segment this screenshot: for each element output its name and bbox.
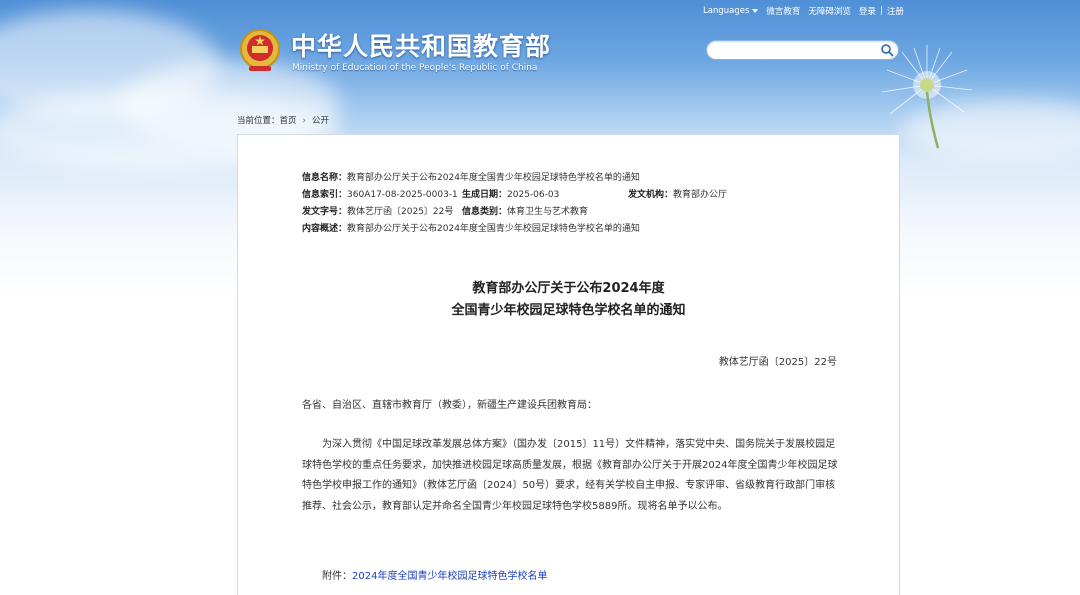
accessibility-link[interactable]: 无障碍浏览: [808, 5, 851, 17]
info-summary-row: 内容概述：教育部办公厅关于公布2024年度全国青少年校园足球特色学校名单的通知: [302, 221, 640, 234]
info-docnum-row: 发文字号：教体艺厅函〔2025〕22号: [302, 204, 453, 217]
search-box: [706, 40, 899, 60]
article-title-line-2: 全国青少年校园足球特色学校名单的通知: [451, 303, 686, 318]
chevron-down-icon: [752, 8, 759, 13]
info-date-value: 2025-06-03: [507, 190, 560, 200]
info-index-row: 信息索引：360A17-08-2025-0003-1: [302, 187, 458, 200]
register-link[interactable]: 注册: [887, 5, 904, 17]
salutation: 各省、自治区、直辖市教育厅（教委），新疆生产建设兵团教育局：: [302, 400, 597, 411]
info-name-value: 教育部办公厅关于公布2024年度全国青少年校园足球特色学校名单的通知: [347, 173, 640, 183]
article-body: 为深入贯彻《中国足球改革发展总体方案》（国办发〔2015〕11号）文件精神，落实…: [302, 435, 838, 517]
attachment-link[interactable]: 2024年度全国青少年校园足球特色学校名单: [352, 571, 547, 582]
article-body-text: 为深入贯彻《中国足球改革发展总体方案》（国办发〔2015〕11号）文件精神，落实…: [302, 439, 838, 512]
breadcrumb-current[interactable]: 公开: [312, 116, 329, 126]
login-link[interactable]: 登录: [859, 5, 876, 17]
info-docnum-value: 教体艺厅函〔2025〕22号: [347, 207, 454, 217]
info-date-label: 生成日期：: [462, 190, 508, 200]
info-docnum-label: 发文字号：: [302, 207, 348, 217]
attachment-label: 附件：: [322, 571, 352, 582]
info-date-row: 生成日期：2025-06-03: [462, 187, 559, 200]
languages-label: Languages: [703, 6, 750, 16]
weibo-link[interactable]: 微言教育: [766, 5, 800, 17]
site-title[interactable]: 中华人民共和国教育部: [291, 27, 551, 63]
chevron-right-icon: ›: [302, 116, 306, 126]
breadcrumb-home[interactable]: 首页: [280, 116, 297, 126]
info-summary-value: 教育部办公厅关于公布2024年度全国青少年校园足球特色学校名单的通知: [347, 224, 640, 234]
attachment-row: 附件：2024年度全国青少年校园足球特色学校名单: [322, 567, 547, 582]
divider: |: [879, 6, 883, 16]
info-name-label: 信息名称：: [302, 173, 348, 183]
info-category-label: 信息类别：: [462, 207, 508, 217]
languages-menu[interactable]: Languages: [703, 6, 759, 16]
search-icon[interactable]: [880, 43, 894, 57]
search-input[interactable]: [715, 42, 879, 59]
info-agency-label: 发文机构：: [628, 190, 674, 200]
national-emblem-icon: [240, 29, 280, 71]
info-category-value: 体育卫生与艺术教育: [507, 207, 589, 217]
document-number: 教体艺厅函〔2025〕22号: [718, 357, 837, 368]
info-index-value: 360A17-08-2025-0003-1: [347, 190, 458, 200]
article-panel: 信息名称：教育部办公厅关于公布2024年度全国青少年校园足球特色学校名单的通知 …: [237, 134, 900, 595]
article-title-line-1: 教育部办公厅关于公布2024年度: [472, 281, 665, 296]
breadcrumb-prefix: 当前位置：: [237, 116, 280, 126]
info-summary-label: 内容概述：: [302, 224, 348, 234]
info-category-row: 信息类别：体育卫生与艺术教育: [462, 204, 588, 217]
site-subtitle: Ministry of Education of the People's Re…: [292, 63, 538, 73]
info-agency-row: 发文机构：教育部办公厅: [628, 187, 727, 200]
info-index-label: 信息索引：: [302, 190, 348, 200]
info-name-row: 信息名称：教育部办公厅关于公布2024年度全国青少年校园足球特色学校名单的通知: [302, 170, 640, 183]
info-agency-value: 教育部办公厅: [673, 190, 728, 200]
breadcrumb: 当前位置：首页 › 公开: [237, 114, 329, 126]
top-links: Languages 微言教育 无障碍浏览 登录 | 注册: [703, 5, 904, 17]
